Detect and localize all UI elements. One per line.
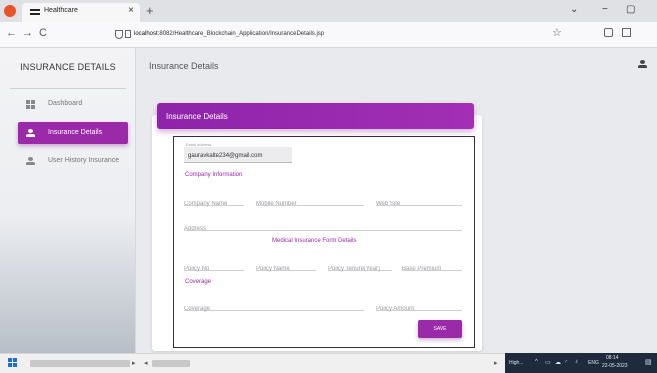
url-bar[interactable]: localhost:8082/Healthcare_Blockchain_App… [134,31,324,37]
minimize-icon[interactable]: − [602,4,608,15]
browser-tab[interactable]: Healthcare × [22,3,140,22]
policy-amount-input[interactable] [376,303,462,315]
taskbar-tray: High... ^ ▭ ☁ ◜ ♪ ENG 08:14 22-05-2023 ▤ [505,353,657,373]
extensions-icon[interactable] [622,28,631,37]
forward-icon[interactable]: → [22,27,33,39]
reload-icon[interactable]: C [39,27,47,39]
card-title: Insurance Details [166,112,228,121]
firefox-view-icon[interactable] [4,5,16,17]
back-icon[interactable]: ← [6,27,17,39]
healthcare-favicon-icon [30,9,40,15]
profile-user-icon[interactable] [638,60,647,69]
policy-no-field[interactable] [184,257,244,275]
page-icon [125,30,131,38]
website-input[interactable] [376,198,462,210]
policy-name-field[interactable] [256,257,316,275]
browser-nav-bar: ← → C localhost:8082/Healthcare_Blockcha… [0,22,657,48]
page-title: Insurance Details [149,61,219,71]
pocket-icon[interactable] [604,28,613,37]
sidebar-divider [10,88,126,89]
sidebar-item-insurance-details[interactable]: Insurance Details [18,122,128,144]
mobile-number-input[interactable] [256,198,364,210]
language-indicator[interactable]: ENG [588,360,599,366]
coverage-input[interactable] [184,303,364,315]
url-host: localhost [134,31,158,37]
company-name-field[interactable] [184,192,244,210]
user-icon [26,129,35,138]
high-contrast-label[interactable]: High... [509,360,523,366]
horizontal-scrollbar[interactable]: ▸ ◂ ▸ [0,353,505,373]
browser-tab-strip: Healthcare × + ⌄ − ▢ [0,0,657,22]
wifi-icon[interactable]: ◜ [565,359,567,366]
user-icon [26,157,35,166]
bookmark-star-icon[interactable]: ☆ [552,26,562,39]
company-information-heading: Company Information [185,172,243,178]
shield-icon[interactable] [115,30,123,39]
website-field[interactable] [376,192,462,210]
url-path: :8082/Healthcare_Blockchain_Application/… [157,31,325,37]
policy-tenure-field[interactable] [328,257,392,275]
tab-title: Healthcare [44,7,78,14]
email-value: gauravkalte234@gmail.com [188,153,263,159]
scrollbar-thumb-right[interactable] [152,360,190,367]
clock-date[interactable]: 22-05-2023 [602,363,628,369]
policy-name-input[interactable] [256,263,316,275]
top-header: Insurance Details [136,48,657,82]
cloud-icon[interactable]: ☁ [555,359,561,366]
sidebar-item-label: User History Insurance [48,157,120,164]
coverage-heading: Coverage [185,279,212,285]
scroll-arrow-right-icon[interactable]: ▸ [132,359,136,367]
network-icon[interactable]: ▭ [545,359,551,366]
scrollbar-thumb-left[interactable] [30,360,130,367]
tray-chevron-icon[interactable]: ^ [535,359,538,365]
base-premium-input[interactable] [402,263,462,275]
clock-time[interactable]: 08:14 [606,355,619,361]
list-all-tabs-icon[interactable]: ⌄ [570,4,578,15]
sidebar-item-label: Insurance Details [48,129,103,136]
scroll-arrow-end-icon[interactable]: ▸ [494,359,498,367]
new-tab-icon[interactable]: + [146,3,154,18]
card-header: Insurance Details [157,103,474,129]
dashboard-icon [26,100,35,109]
address-input[interactable] [184,223,462,235]
sidebar-item-label: Dashboard [48,100,83,107]
notification-icon[interactable]: ▤ [645,358,652,366]
address-field[interactable] [184,217,462,235]
volume-icon[interactable]: ♪ [575,359,578,365]
maximize-icon[interactable]: ▢ [626,4,635,15]
company-name-input[interactable] [184,198,244,210]
windows-start-icon[interactable] [8,358,18,368]
policy-amount-field[interactable] [376,297,462,315]
save-button[interactable]: SAVE [418,320,462,338]
sidebar-brand: INSURANCE DETAILS [20,62,116,72]
base-premium-field[interactable] [402,257,462,275]
medical-insurance-heading: Medical Insurance Form Details [272,238,357,244]
email-field[interactable]: gauravkalte234@gmail.com [184,147,292,163]
policy-tenure-input[interactable] [328,263,392,275]
scroll-arrow-left-icon[interactable]: ◂ [144,359,148,367]
sidebar-item-user-history-insurance[interactable]: User History Insurance [18,150,128,172]
mobile-number-field[interactable] [256,192,364,210]
coverage-field[interactable] [184,297,364,315]
sidebar-item-dashboard[interactable]: Dashboard [18,93,128,115]
policy-no-input[interactable] [184,263,244,275]
tab-close-icon[interactable]: × [128,5,134,16]
sidebar: INSURANCE DETAILS Dashboard Insurance De… [0,48,136,353]
